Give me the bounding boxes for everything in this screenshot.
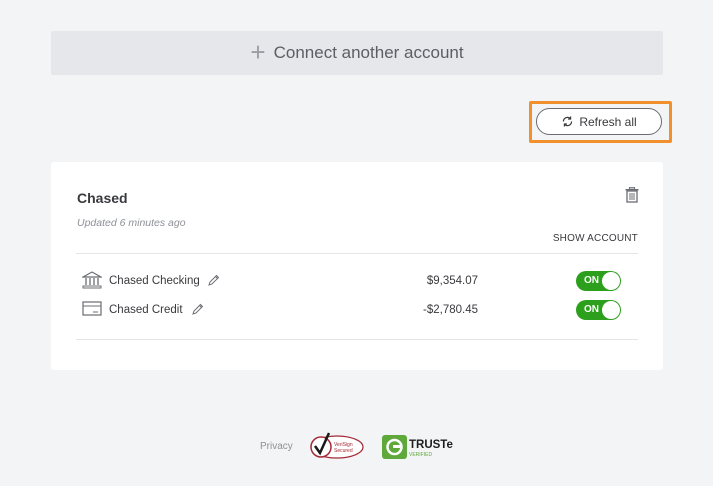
credit-card-icon [82, 301, 102, 316]
updated-timestamp: Updated 6 minutes ago [77, 217, 186, 229]
refresh-icon [563, 116, 573, 127]
truste-subtext: VERIFIED [409, 452, 432, 458]
account-toggle[interactable]: ON [576, 271, 621, 291]
account-name: Chased Checking [109, 275, 200, 287]
divider [76, 253, 638, 254]
delete-bank-button[interactable] [625, 186, 639, 208]
toggle-knob [602, 272, 620, 290]
verisign-text-2: Secured [334, 448, 353, 454]
privacy-link[interactable]: Privacy [260, 441, 293, 452]
connect-account-label: Connect another account [273, 43, 464, 62]
truste-text: TRUSTe [409, 439, 453, 451]
bank-card: Chased Updated 6 minutes ago SHOW ACCOUN… [51, 162, 663, 370]
trash-icon [625, 186, 639, 203]
toggle-label: ON [584, 275, 599, 286]
toggle-label: ON [584, 304, 599, 315]
divider [76, 339, 638, 340]
bank-name: Chased [77, 190, 128, 206]
account-name: Chased Credit [109, 304, 183, 316]
account-row: Chased Checking $9,354.07 ON [82, 271, 622, 293]
toggle-knob [602, 301, 620, 319]
show-account-link[interactable]: SHOW ACCOUNT [553, 233, 638, 244]
account-toggle[interactable]: ON [576, 300, 621, 320]
footer: Privacy VeriSign Secured TRUSTe VERIFIED [0, 430, 713, 464]
account-balance: -$2,780.45 [423, 304, 478, 316]
plus-icon: + [250, 37, 266, 67]
truste-seal-icon: TRUSTe VERIFIED [382, 435, 453, 459]
connect-account-button[interactable]: + Connect another account [51, 31, 663, 75]
account-row: Chased Credit -$2,780.45 ON [82, 300, 622, 322]
refresh-all-button[interactable]: Refresh all [536, 108, 662, 135]
account-balance: $9,354.07 [426, 275, 478, 287]
edit-icon[interactable] [208, 274, 220, 286]
refresh-all-label: Refresh all [579, 114, 637, 129]
edit-icon[interactable] [192, 303, 204, 315]
bank-icon [82, 271, 102, 289]
verisign-seal-icon: VeriSign Secured [310, 432, 364, 459]
